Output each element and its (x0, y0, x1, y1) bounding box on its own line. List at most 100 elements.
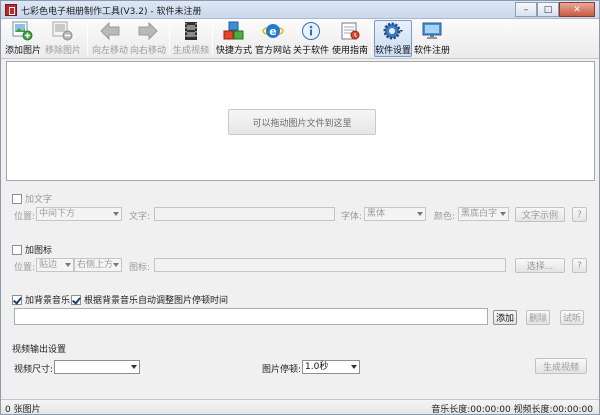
move-left-label: 向左移动 (91, 46, 128, 56)
music-file-input[interactable] (14, 308, 488, 325)
add-icon-checkbox[interactable] (12, 244, 22, 255)
toolbar-separator (169, 23, 170, 55)
monitor-icon (421, 21, 443, 41)
icon-position-value: 右侧上方 (77, 260, 114, 270)
shortcut-button[interactable]: 快捷方式 (215, 21, 253, 57)
ie-icon: e (262, 21, 284, 41)
chevron-down-icon (65, 263, 71, 267)
text-color-label: 颜色: (434, 212, 456, 222)
video-size-select[interactable] (54, 360, 140, 374)
music-add-button[interactable]: 添加 (493, 310, 517, 325)
image-pause-label: 图片停顿: (262, 365, 302, 375)
text-position-value: 中间下方 (39, 209, 76, 219)
add-image-icon (12, 21, 34, 41)
icon-position-label: 位置: (14, 263, 36, 273)
drop-hint[interactable]: 可以拖动图片文件到这里 (228, 109, 376, 135)
shortcut-label: 快捷方式 (215, 46, 252, 56)
remove-image-label: 移除图片 (44, 46, 81, 56)
remove-image-button[interactable]: 移除图片 (43, 21, 83, 57)
official-site-button[interactable]: e 官方网站 (254, 21, 292, 57)
video-size-label: 视频尺寸: (14, 365, 54, 375)
text-help-button[interactable]: ? (572, 207, 587, 222)
add-music-checkbox[interactable] (12, 294, 22, 305)
chevron-down-icon (113, 263, 119, 267)
generate-video-button[interactable]: 生成视频 (535, 358, 587, 374)
generate-video-toolbar-button[interactable]: 生成视频 (171, 21, 211, 57)
text-font-value: 黑体 (367, 209, 386, 219)
chevron-down-icon (131, 365, 137, 369)
official-site-label: 官方网站 (254, 46, 291, 56)
music-preview-button[interactable]: 试听 (560, 310, 584, 325)
settings-label: 软件设置 (375, 46, 412, 56)
window-controls: – □ ✕ (515, 2, 595, 17)
toolbar-separator (371, 23, 372, 55)
chevron-down-icon (500, 212, 506, 216)
output-settings-heading: 视频输出设置 (12, 345, 67, 355)
auto-adjust-toggle[interactable]: 根据背景音乐自动调整图片停顿时间 (71, 293, 228, 306)
icon-choose-button[interactable]: 选择... (515, 258, 565, 273)
music-delete-button[interactable]: 删除 (526, 310, 550, 325)
add-text-label: 加文字 (25, 195, 53, 205)
add-text-toggle[interactable]: 加文字 (12, 192, 52, 205)
move-left-button[interactable]: 向左移动 (90, 21, 130, 57)
cubes-icon (223, 21, 245, 41)
app-logo-icon (5, 4, 17, 16)
settings-button[interactable]: 软件设置 (374, 20, 412, 57)
text-position-select[interactable]: 中间下方 (36, 207, 122, 221)
text-content-label: 文字: (129, 212, 151, 222)
add-icon-toggle[interactable]: 加图标 (12, 243, 52, 256)
duration-status: 音乐长度:00:00:00 视频长度:00:00:00 (431, 405, 593, 415)
close-button[interactable]: ✕ (559, 2, 595, 17)
chevron-down-icon (113, 212, 119, 216)
text-position-label: 位置: (14, 212, 36, 222)
add-text-checkbox[interactable] (12, 193, 22, 204)
image-count-status: 0 张图片 (5, 405, 41, 415)
arrow-right-icon (137, 21, 159, 41)
user-guide-label: 使用指南 (331, 46, 368, 56)
add-music-label: 加背景音乐 (25, 296, 71, 306)
image-drop-area[interactable]: 可以拖动图片文件到这里 (6, 61, 595, 181)
icon-position-select[interactable]: 右侧上方 (74, 258, 122, 272)
icon-file-label: 图标: (129, 263, 151, 273)
icon-position-mode-select[interactable]: 贴边 (36, 258, 74, 272)
info-icon (300, 21, 322, 41)
auto-adjust-checkbox[interactable] (71, 294, 81, 305)
guide-icon (339, 21, 361, 41)
add-music-toggle[interactable]: 加背景音乐 (12, 293, 70, 306)
arrow-left-icon (99, 21, 121, 41)
remove-image-icon (52, 21, 74, 41)
icon-file-input[interactable] (154, 258, 506, 272)
icon-position-mode-value: 贴边 (39, 260, 58, 270)
text-sample-button[interactable]: 文字示例 (515, 207, 565, 222)
chevron-down-icon (417, 212, 423, 216)
auto-adjust-label: 根据背景音乐自动调整图片停顿时间 (84, 296, 229, 306)
text-font-label: 字体: (341, 212, 363, 222)
status-bar: 0 张图片 音乐长度:00:00:00 视频长度:00:00:00 (1, 399, 599, 415)
text-color-select[interactable]: 黑底白字 (458, 207, 509, 221)
add-icon-label: 加图标 (25, 246, 53, 256)
toolbar: 添加图片 移除图片 向左移动 向右移动 生成视频 快捷方式 e 官方网站 关于软… (1, 19, 599, 59)
chevron-down-icon (351, 365, 357, 369)
svg-text:e: e (269, 25, 276, 38)
text-content-input[interactable] (154, 207, 335, 221)
app-window: 七彩色电子相册制作工具(V3.2) - 软件未注册 – □ ✕ 添加图片 移除图… (0, 0, 600, 415)
window-title: 七彩色电子相册制作工具(V3.2) - 软件未注册 (21, 7, 202, 17)
about-button[interactable]: 关于软件 (292, 21, 330, 57)
text-color-value: 黑底白字 (461, 209, 498, 219)
about-label: 关于软件 (292, 46, 329, 56)
minimize-button[interactable]: – (515, 2, 537, 17)
add-image-label: 添加图片 (4, 46, 41, 56)
move-right-button[interactable]: 向右移动 (128, 21, 168, 57)
title-bar: 七彩色电子相册制作工具(V3.2) - 软件未注册 – □ ✕ (1, 1, 599, 19)
generate-video-label: 生成视频 (172, 46, 209, 56)
add-image-button[interactable]: 添加图片 (4, 21, 42, 57)
image-pause-value: 1.0秒 (305, 362, 329, 372)
maximize-button[interactable]: □ (537, 2, 559, 17)
user-guide-button[interactable]: 使用指南 (331, 21, 369, 57)
move-right-label: 向右移动 (129, 46, 166, 56)
icon-help-button[interactable]: ? (572, 258, 587, 273)
register-button[interactable]: 软件注册 (413, 21, 451, 57)
text-font-select[interactable]: 黑体 (364, 207, 426, 221)
register-label: 软件注册 (413, 46, 450, 56)
image-pause-select[interactable]: 1.0秒 (302, 360, 360, 374)
